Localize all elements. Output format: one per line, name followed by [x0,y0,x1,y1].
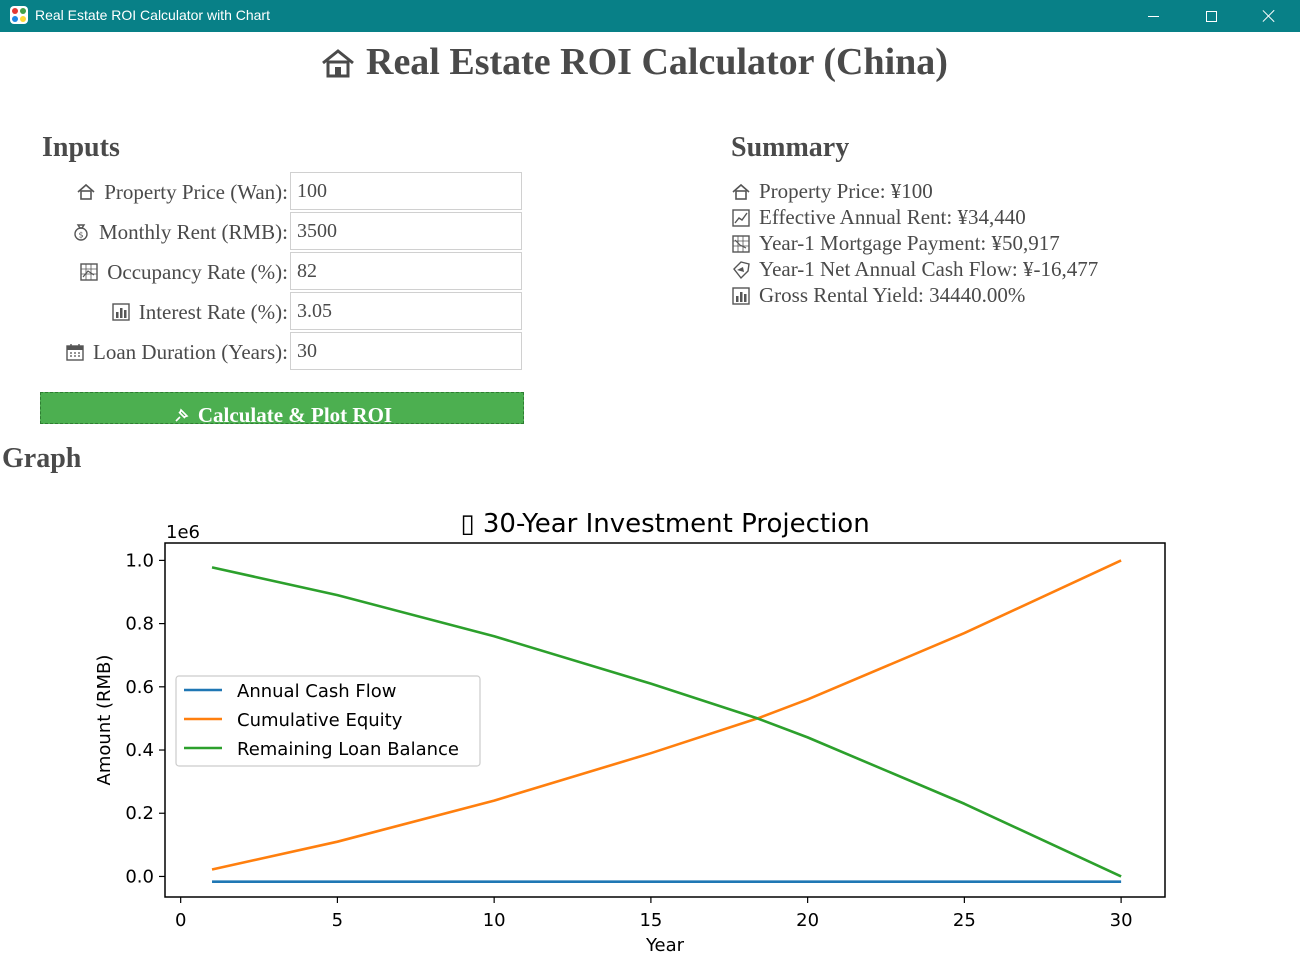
calendar-icon [66,344,84,361]
y-tick-label: 0.6 [125,677,154,698]
x-tick-label: 30 [1110,910,1133,931]
roi-chart: ▯ 30-Year Investment Projection 1e6 0 5 10… [0,490,1300,956]
loan-duration-label: Loan Duration (Years): [65,333,288,371]
x-tick-label: 10 [483,910,506,931]
grid-chart-icon [80,263,98,281]
x-axis-label: Year [645,935,685,953]
house-icon [322,49,354,78]
money-tag-icon [733,260,750,279]
summary-annual-rent: Effective Annual Rent: ¥34,440 [731,205,1026,230]
y-tick-label: 0.0 [125,866,154,887]
svg-text:$: $ [78,231,83,240]
y-tick-label: 0.8 [125,614,154,635]
summary-net-cash-flow: Year-1 Net Annual Cash Flow: ¥-16,477 [731,257,1098,282]
y-tick-label: 1.0 [125,550,154,571]
property-price-input[interactable] [290,172,522,210]
close-icon [1263,10,1275,22]
money-bag-icon: $ [74,224,88,241]
house-icon [732,183,750,200]
legend-label: Annual Cash Flow [237,681,397,702]
app-icon [10,6,28,24]
minimize-icon [1147,15,1159,17]
grid-chart-icon [732,234,750,253]
x-tick-label: 25 [953,910,976,931]
monthly-rent-input[interactable] [290,212,522,250]
loan-duration-input[interactable] [290,332,522,370]
pin-icon [175,408,189,422]
interest-rate-label: Interest Rate (%): [111,293,288,331]
window-title: Real Estate ROI Calculator with Chart [35,7,270,23]
x-tick-label: 15 [639,910,662,931]
x-tick-label: 5 [332,910,343,931]
summary-rental-yield: Gross Rental Yield: 34440.00% [731,283,1025,308]
occupancy-rate-input[interactable] [290,252,522,290]
window-titlebar: Real Estate ROI Calculator with Chart [0,0,1300,32]
x-tick-label: 20 [796,910,819,931]
bar-chart-icon [112,303,130,321]
y-tick-label: 0.2 [125,803,154,824]
trend-chart-icon [732,208,750,227]
house-icon [77,183,95,200]
inputs-heading: Inputs [42,132,120,163]
maximize-icon [1205,10,1217,22]
x-tick-label: 0 [175,910,186,931]
close-button[interactable] [1240,0,1298,32]
page-title-text: Real Estate ROI Calculator (China) [366,41,948,83]
summary-mortgage-payment: Year-1 Mortgage Payment: ¥50,917 [731,231,1060,256]
y-axis-label: Amount (RMB) [94,655,115,786]
maximize-button[interactable] [1182,0,1240,32]
graph-heading: Graph [2,443,82,474]
legend-label: Cumulative Equity [237,710,403,731]
chart-offset-label: 1e6 [166,522,200,543]
legend-label: Remaining Loan Balance [237,739,459,760]
chart-legend: Annual Cash Flow Cumulative Equity Remaini… [175,675,481,767]
roi-chart-svg: ▯ 30-Year Investment Projection 1e6 0 5 10… [94,509,1166,956]
chart-title: ▯ 30-Year Investment Projection [460,509,869,539]
y-tick-label: 0.4 [125,740,154,761]
minimize-button[interactable] [1124,0,1182,32]
bar-chart-icon [732,286,750,305]
page-title: Real Estate ROI Calculator (China) [320,40,1000,84]
summary-property-price: Property Price: ¥100 [731,179,933,204]
monthly-rent-label: $ Monthly Rent (RMB): [71,213,288,251]
occupancy-rate-label: Occupancy Rate (%): [79,253,288,291]
property-price-label: Property Price (Wan): [76,173,288,211]
interest-rate-input[interactable] [290,292,522,330]
summary-heading: Summary [731,132,850,163]
calculate-plot-button[interactable]: Calculate & Plot ROI [40,392,524,424]
